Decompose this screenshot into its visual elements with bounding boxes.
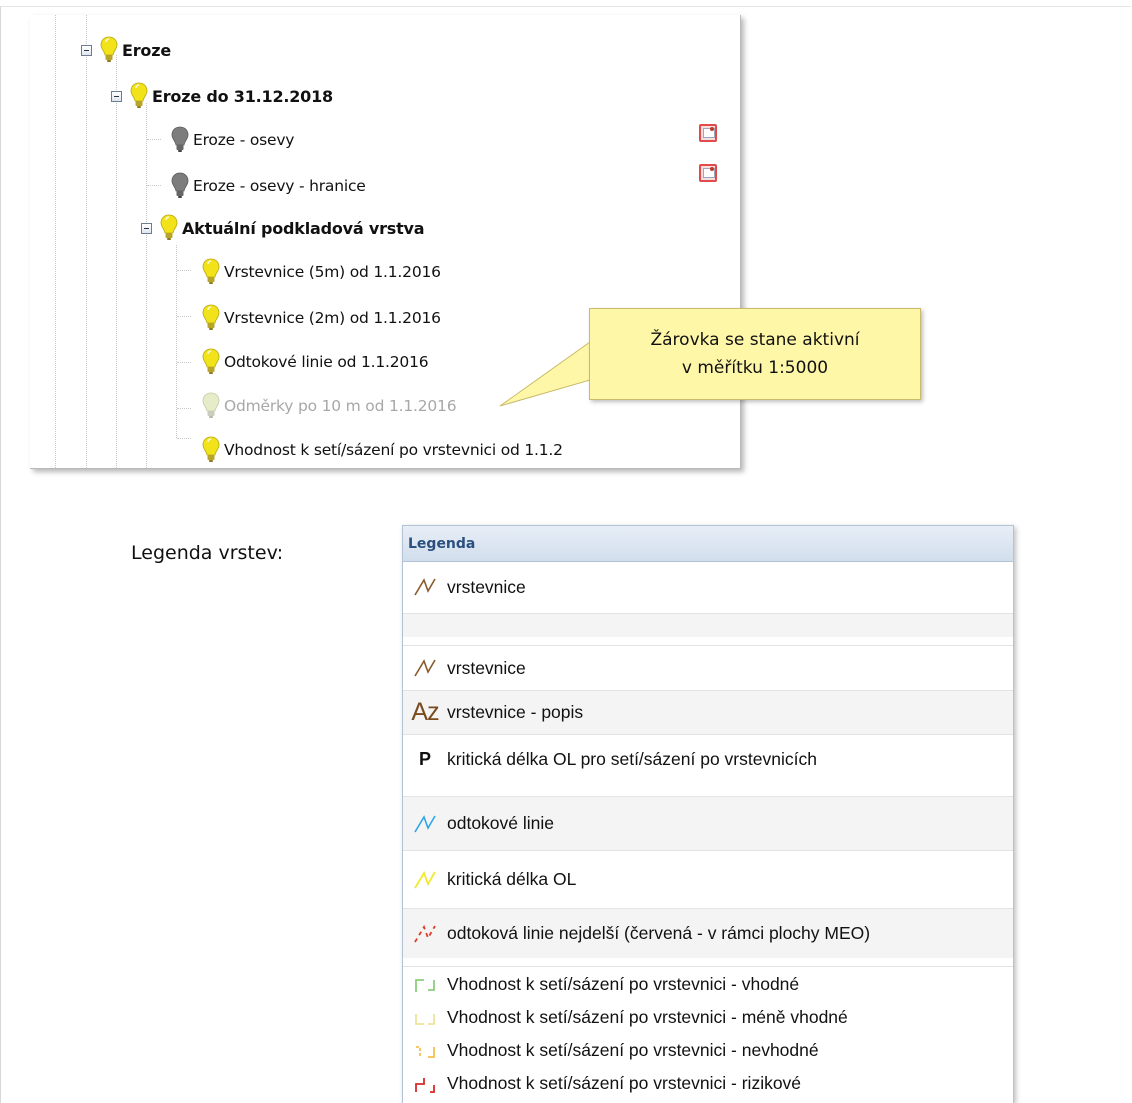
legend-item-label: Vhodnost k setí/sázení po vrstevnici - r… <box>447 1073 802 1093</box>
orange-step-line-icon <box>403 1036 447 1066</box>
legend-header: Legenda <box>403 526 1013 562</box>
red-dashed-line-icon <box>403 919 447 949</box>
tree-item-odmerky[interactable]: Odměrky po 10 m od 1.1.2016 <box>202 391 457 421</box>
tree-item-eroze-osevy-hranice[interactable]: Eroze - osevy - hranice <box>171 171 366 201</box>
tree-connector <box>147 185 161 186</box>
legend-item: odtoková linie nejdelší (červená - v rám… <box>403 908 1013 958</box>
tree-connector <box>177 316 191 317</box>
lightbulb-on-icon[interactable] <box>160 214 178 242</box>
collapse-icon[interactable] <box>141 222 152 234</box>
tree-item-vrstevnice-5m[interactable]: Vrstevnice (5m) od 1.1.2016 <box>202 257 441 287</box>
callout-pointer <box>499 341 592 407</box>
legend-item-label: odtokové linie <box>447 813 555 833</box>
tree-guide-line <box>86 15 87 468</box>
tree-item-label: Odtokové linie od 1.1.2016 <box>224 353 429 371</box>
legend-item: Vhodnost k setí/sázení po vrstevnici - r… <box>403 1067 1013 1100</box>
lightbulb-inactive-icon <box>202 392 220 418</box>
legend-item-label: Vhodnost k setí/sázení po vrstevnici - m… <box>447 1007 848 1027</box>
green-step-line-icon <box>403 969 447 999</box>
legend-item-label: kritická délka OL pro setí/sázení po vrs… <box>447 749 817 769</box>
callout-text-line: v měřítku 1:5000 <box>681 358 829 378</box>
tree-item-odtokove-linie[interactable]: Odtokové linie od 1.1.2016 <box>202 347 429 377</box>
tree-guide-line <box>116 55 117 468</box>
legend-item: P kritická délka OL pro setí/sázení po v… <box>403 734 1013 784</box>
tree-connector <box>177 362 191 363</box>
red-step-line-icon <box>403 1069 447 1099</box>
legend-caption: Legenda vrstev: <box>131 542 284 564</box>
legend-spacer <box>403 613 1013 637</box>
tree-item-eroze-osevy[interactable]: Eroze - osevy <box>171 125 294 155</box>
legend-item-label: vrstevnice <box>447 576 526 597</box>
lightbulb-off-icon[interactable] <box>171 126 189 154</box>
lightbulb-on-icon[interactable] <box>202 304 220 332</box>
lightbulb-on-icon[interactable] <box>130 82 148 110</box>
tree-item-label: Vrstevnice (2m) od 1.1.2016 <box>224 309 441 327</box>
brown-line-icon <box>403 572 447 602</box>
legend-item-label: vrstevnice - popis <box>447 702 584 722</box>
lightbulb-off-icon[interactable] <box>171 172 189 200</box>
legend-item-label: odtoková linie nejdelší (červená - v rám… <box>447 923 871 943</box>
legend-item: vrstevnice <box>403 645 1013 690</box>
tree-item-label: Aktuální podkladová vrstva <box>182 218 425 238</box>
tree-item-label: Eroze - osevy <box>193 131 295 149</box>
tree-item-label: Eroze <box>122 40 171 60</box>
lightbulb-on-icon[interactable] <box>100 36 118 64</box>
tree-connector <box>177 438 191 439</box>
p-text-icon: P <box>403 745 447 775</box>
layer-properties-icon[interactable] <box>699 164 717 182</box>
tree-item-label: Eroze do 31.12.2018 <box>152 86 333 106</box>
legend-item-label: kritická délka OL <box>447 869 577 889</box>
tree-guide-line <box>176 245 177 438</box>
legend-item-label: Vhodnost k setí/sázení po vrstevnici - n… <box>447 1040 819 1060</box>
lightbulb-on-icon[interactable] <box>202 436 220 464</box>
legend-item-label: Vhodnost k setí/sázení po vrstevnici - v… <box>447 973 800 994</box>
legend-item-label: vrstevnice <box>447 657 526 678</box>
tree-item-eroze-do-2018[interactable]: Eroze do 31.12.2018 <box>111 81 333 111</box>
collapse-icon[interactable] <box>111 90 122 102</box>
legend-item: kritická délka OL <box>403 850 1013 908</box>
tree-guide-line <box>146 103 147 468</box>
az-text-icon: Az <box>403 698 447 728</box>
tree-item-eroze[interactable]: Eroze <box>81 35 171 65</box>
tree-item-label: Vhodnost k setí/sázení po vrstevnici od … <box>224 441 563 459</box>
legend-item: Vhodnost k setí/sázení po vrstevnici - n… <box>403 1034 1013 1067</box>
lightyellow-step-line-icon <box>403 1003 447 1033</box>
tree-connector <box>177 408 191 409</box>
legend-item: vrstevnice <box>403 562 1013 612</box>
yellow-line-icon <box>403 865 447 895</box>
tree-connector <box>147 139 161 140</box>
tree-item-aktualni-podkladova-vrstva[interactable]: Aktuální podkladová vrstva <box>141 213 425 243</box>
p-glyph: P <box>418 749 431 769</box>
tree-item-vhodnost[interactable]: Vhodnost k setí/sázení po vrstevnici od … <box>202 435 563 465</box>
tree-guide-line <box>55 15 56 468</box>
legend-item: Vhodnost k setí/sázení po vrstevnici - v… <box>403 966 1013 1001</box>
legend-item: Az vrstevnice - popis <box>403 690 1013 734</box>
tree-item-vrstevnice-2m[interactable]: Vrstevnice (2m) od 1.1.2016 <box>202 303 441 333</box>
tree-item-label: Odměrky po 10 m od 1.1.2016 <box>224 397 457 415</box>
brown-line-icon <box>403 653 447 683</box>
legend-item: Vhodnost k setí/sázení po vrstevnici - m… <box>403 1001 1013 1034</box>
layer-tree-panel: Eroze Eroze do 31.12.2018 Eroze - osevy … <box>30 15 741 469</box>
tree-item-label: Eroze - osevy - hranice <box>193 177 366 195</box>
tooltip-callout: Žárovka se stane aktivní v měřítku 1:500… <box>589 308 921 400</box>
lightbulb-on-icon[interactable] <box>202 348 220 376</box>
lightbulb-on-icon[interactable] <box>202 258 220 286</box>
legend-item: odtokové linie <box>403 796 1013 850</box>
callout-text-line: Žárovka se stane aktivní <box>650 330 860 350</box>
az-glyph: Az <box>411 698 439 726</box>
blue-line-icon <box>403 809 447 839</box>
collapse-icon[interactable] <box>81 44 92 56</box>
legend-panel: Legenda vrstevnice vrstevnice Az vrstevn… <box>402 525 1014 1103</box>
tree-item-label: Vrstevnice (5m) od 1.1.2016 <box>224 263 441 281</box>
tree-connector <box>177 270 191 271</box>
legend-title: Legenda <box>408 535 476 552</box>
layer-properties-icon[interactable] <box>699 124 717 142</box>
